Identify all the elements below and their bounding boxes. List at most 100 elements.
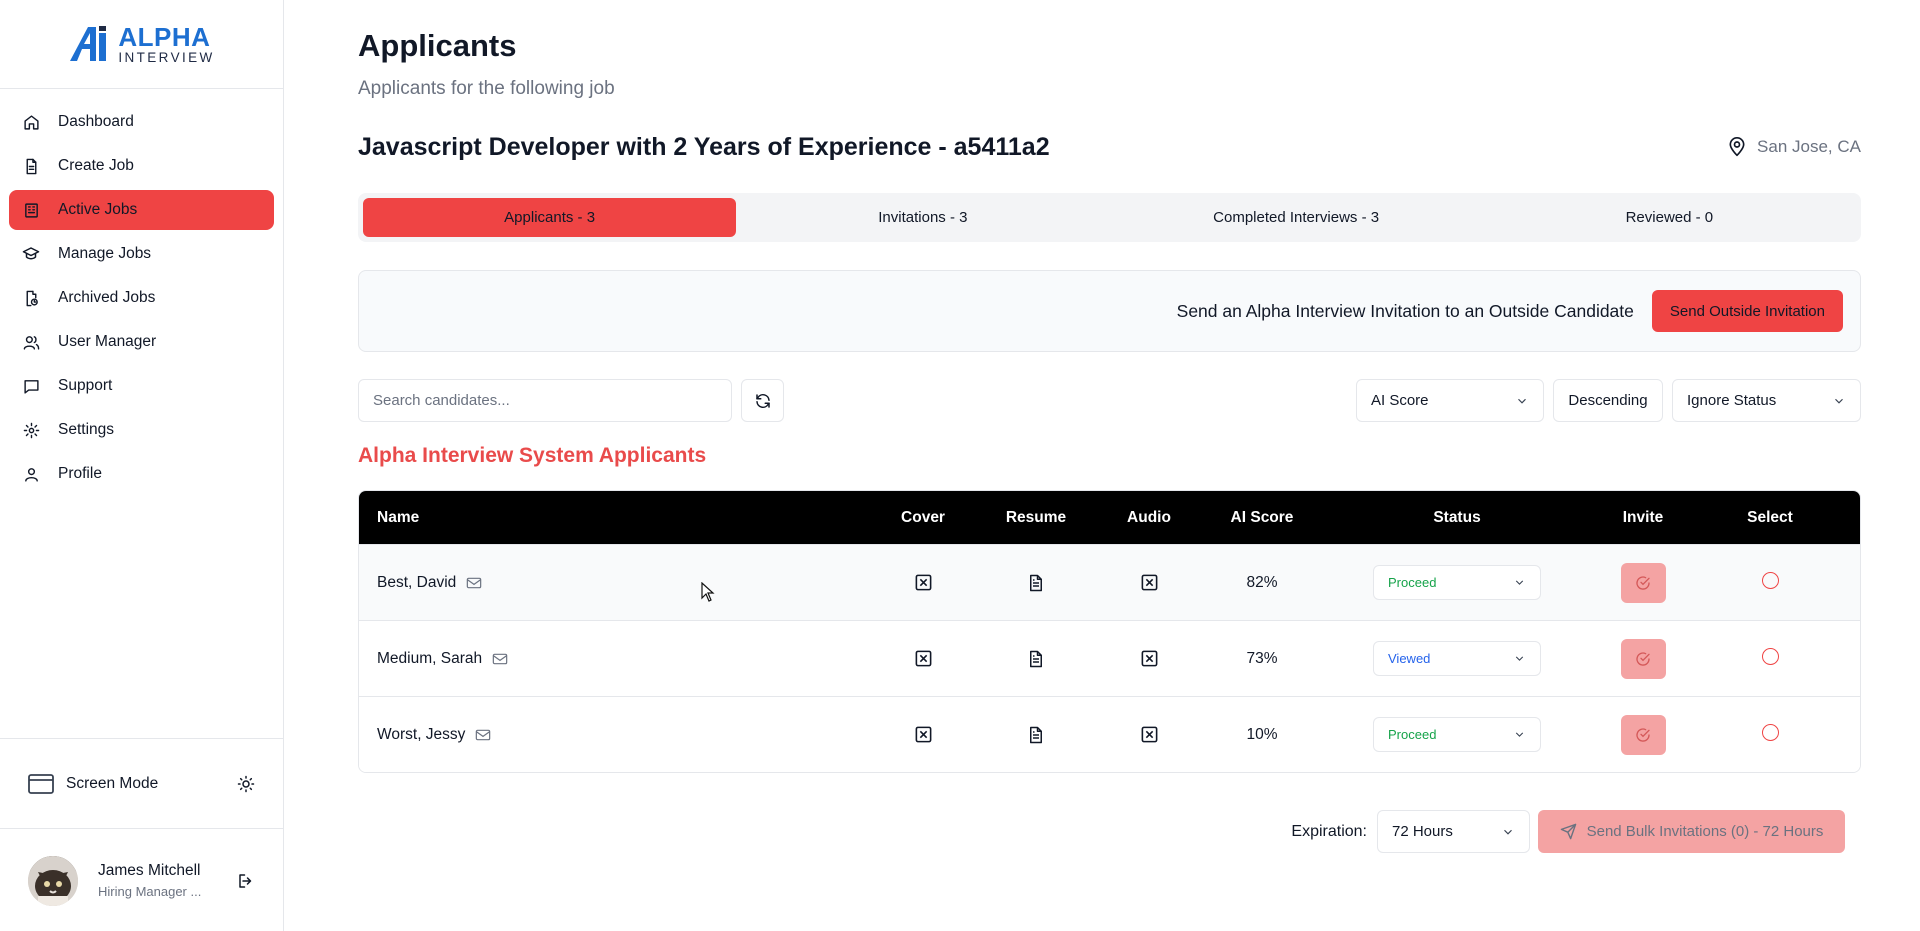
sidebar-item-create-job[interactable]: Create Job [9,146,274,186]
invite-button[interactable] [1620,714,1666,755]
sort-field-select[interactable]: AI Score [1356,379,1544,422]
outside-invite-text: Send an Alpha Interview Invitation to an… [1176,300,1634,321]
sidebar-item-active-jobs[interactable]: Active Jobs [9,190,274,230]
sidebar-footer: Screen Mode James Mitchell Hiring Manage… [0,738,283,931]
sidebar-item-dashboard[interactable]: Dashboard [9,102,274,142]
map-pin-icon [1727,136,1747,158]
message-icon [22,377,40,395]
job-title: Javascript Developer with 2 Years of Exp… [358,133,1050,161]
cover-missing-icon [914,573,933,592]
tab-reviewed[interactable]: Reviewed - 0 [1483,198,1856,237]
sidebar-item-support[interactable]: Support [9,366,274,406]
page-subtitle: Applicants for the following job [358,78,615,99]
send-bulk-invitations-button[interactable]: Send Bulk Invitations (0) - 72 Hours [1538,810,1845,853]
mail-icon[interactable] [466,576,482,590]
ai-score: 10% [1246,725,1278,743]
status-filter-select[interactable]: Ignore Status [1672,379,1861,422]
status-value: Viewed [1388,651,1431,666]
select-radio[interactable] [1761,724,1779,741]
status-value: Proceed [1388,575,1437,590]
sun-icon[interactable] [237,775,255,793]
chevron-down-icon [1501,825,1515,839]
status-select[interactable]: Proceed [1373,565,1541,600]
page-title: Applicants [358,28,517,63]
screen-mode-row: Screen Mode [0,739,283,829]
sidebar: ALPHA INTERVIEW Dashboard Create Job Act… [0,0,284,931]
file-icon [22,157,40,175]
screen-mode-label: Screen Mode [66,774,159,792]
outside-invite-panel: Send an Alpha Interview Invitation to an… [358,270,1861,352]
sidebar-item-archived-jobs[interactable]: Archived Jobs [9,278,274,318]
tab-completed-interviews[interactable]: Completed Interviews - 3 [1110,198,1483,237]
resume-icon[interactable] [1027,573,1045,593]
status-select[interactable]: Viewed [1373,641,1541,676]
logout-icon[interactable] [237,872,255,890]
sort-field-value: AI Score [1371,392,1429,409]
status-filter-value: Ignore Status [1687,392,1777,409]
sidebar-item-label: Archived Jobs [58,289,156,306]
chevron-down-icon [1832,394,1846,408]
header-ai-score[interactable]: AI Score [1205,509,1319,527]
sidebar-item-label: Dashboard [58,113,134,130]
tab-bar: Applicants - 3 Invitations - 3 Completed… [358,193,1861,242]
header-resume: Resume [1005,508,1067,526]
bulk-invite-bar: Expiration: 72 Hours Send Bulk Invitatio… [1291,810,1845,853]
invite-button[interactable] [1620,638,1666,679]
table-row[interactable]: Medium, Sarah 73% Viewed [359,620,1860,696]
audio-missing-icon [1140,649,1159,668]
header-invite: Invite [1622,508,1664,526]
mail-icon[interactable] [492,652,508,666]
window-icon [28,773,54,795]
user-card: James Mitchell Hiring Manager ... [0,829,283,931]
applicant-name[interactable]: Best, David [377,574,456,592]
applicant-name[interactable]: Worst, Jessy [377,726,465,744]
table-row[interactable]: Best, David 82% Proceed [359,544,1860,620]
sidebar-item-label: User Manager [58,333,157,350]
resume-icon[interactable] [1027,725,1045,745]
header-select: Select [1747,508,1793,526]
job-location: San Jose, CA [1727,136,1861,158]
invite-button[interactable] [1620,562,1666,603]
search-input[interactable] [358,379,732,422]
tab-applicants[interactable]: Applicants - 3 [363,198,737,237]
refresh-icon [754,392,772,410]
archive-icon [22,289,40,307]
mail-icon[interactable] [475,728,491,742]
home-icon [22,113,40,131]
sidebar-nav: Dashboard Create Job Active Jobs Manage … [0,89,283,494]
sidebar-item-profile[interactable]: Profile [9,454,274,494]
status-select[interactable]: Proceed [1373,717,1541,752]
graduation-cap-icon [22,245,40,263]
user-name: James Mitchell [98,862,201,879]
expiration-select[interactable]: 72 Hours [1377,810,1530,853]
sidebar-item-manage-jobs[interactable]: Manage Jobs [9,234,274,274]
sidebar-item-settings[interactable]: Settings [9,410,274,450]
send-outside-invitation-button[interactable]: Send Outside Invitation [1651,290,1843,332]
expiration-label: Expiration: [1291,822,1367,840]
sort-order-button[interactable]: Descending [1553,379,1663,422]
chevron-down-icon [1515,394,1529,408]
logo[interactable]: ALPHA INTERVIEW [68,24,214,65]
table-header: Name Cover Resume Audio AI Score Status … [359,491,1860,544]
header-audio: Audio [1127,508,1171,526]
sidebar-item-label: Profile [58,465,102,482]
applicant-name[interactable]: Medium, Sarah [377,650,482,668]
refresh-button[interactable] [741,379,784,422]
chevron-down-icon [1513,652,1526,665]
chevron-down-icon [1513,576,1526,589]
sidebar-item-user-manager[interactable]: User Manager [9,322,274,362]
select-radio[interactable] [1761,572,1779,589]
tab-invitations[interactable]: Invitations - 3 [736,198,1109,237]
bulk-button-label: Send Bulk Invitations (0) - 72 Hours [1586,823,1824,840]
table-row[interactable]: Worst, Jessy 10% Proceed [359,696,1860,772]
header-name[interactable]: Name [359,509,867,527]
brand-name: ALPHA [118,21,211,52]
sidebar-item-label: Active Jobs [58,201,138,218]
chevron-down-icon [1513,728,1526,741]
avatar[interactable] [28,855,78,906]
users-icon [22,333,40,351]
select-radio[interactable] [1761,648,1779,665]
alpha-logo-icon [70,26,107,61]
sidebar-item-label: Create Job [58,157,134,174]
resume-icon[interactable] [1027,649,1045,669]
